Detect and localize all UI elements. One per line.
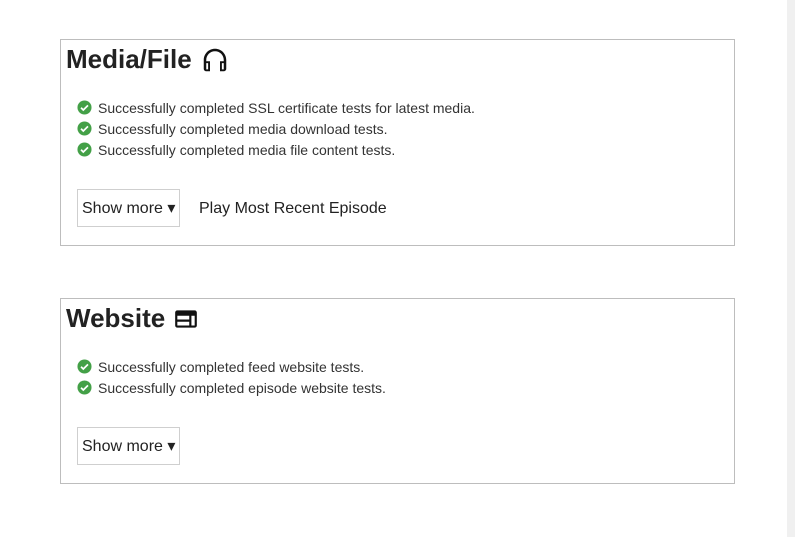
check-text: Successfully completed SSL certificate t…	[98, 99, 475, 116]
check-circle-icon	[77, 121, 92, 136]
media-file-panel: Media/File Successfully completed SSL ce…	[60, 39, 735, 246]
play-recent-episode-link[interactable]: Play Most Recent Episode	[199, 200, 387, 218]
check-circle-icon	[77, 142, 92, 157]
media-check-list: Successfully completed SSL certificate t…	[77, 97, 475, 160]
check-item: Successfully completed feed website test…	[77, 356, 386, 377]
check-text: Successfully completed media download te…	[98, 120, 388, 137]
website-check-list: Successfully completed feed website test…	[77, 356, 386, 398]
check-text: Successfully completed media file conten…	[98, 141, 396, 158]
check-circle-icon	[77, 380, 92, 395]
check-text: Successfully completed episode website t…	[98, 379, 386, 396]
media-file-heading: Media/File	[66, 44, 230, 75]
check-text: Successfully completed feed website test…	[98, 358, 365, 375]
headphones-icon	[200, 45, 230, 75]
website-panel: Website Successfully completed feed webs…	[60, 298, 735, 484]
website-title: Website	[66, 303, 166, 333]
check-item: Successfully completed SSL certificate t…	[77, 97, 475, 118]
check-item: Successfully completed media file conten…	[77, 139, 475, 160]
website-heading: Website	[66, 303, 199, 334]
browser-window-icon	[173, 306, 199, 332]
website-show-more-button[interactable]: Show more ▾	[77, 427, 181, 465]
scrollbar[interactable]	[787, 0, 795, 537]
check-item: Successfully completed media download te…	[77, 118, 475, 139]
check-circle-icon	[77, 100, 92, 115]
check-circle-icon	[77, 359, 92, 374]
media-file-title: Media/File	[66, 44, 192, 74]
media-show-more-button[interactable]: Show more ▾	[77, 189, 181, 227]
check-item: Successfully completed episode website t…	[77, 377, 386, 398]
